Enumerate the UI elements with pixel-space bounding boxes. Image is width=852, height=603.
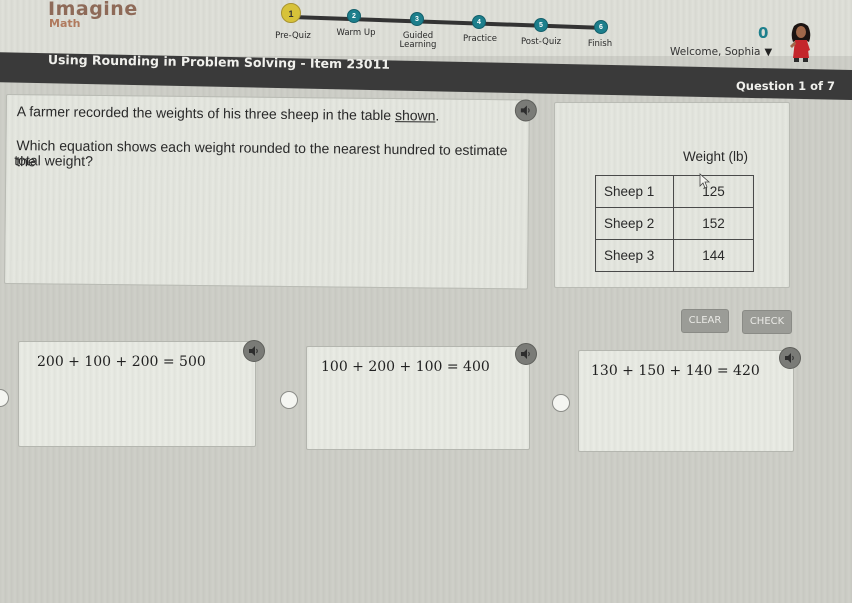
step-label-post-quiz: Post-Quiz: [520, 37, 562, 47]
check-button[interactable]: CHECK: [742, 310, 792, 334]
sheep-weight-cell: 144: [673, 239, 754, 272]
speaker-icon: [249, 346, 258, 356]
points-counter: 0: [758, 24, 769, 42]
question-intro-end: .: [435, 107, 440, 124]
question-panel: A farmer recorded the weights of his thr…: [4, 94, 537, 290]
step-1-pre-quiz[interactable]: 1: [281, 3, 301, 23]
step-label-guided-line2: Learning: [399, 40, 437, 50]
choice-b-read-aloud-button[interactable]: [515, 343, 537, 365]
table-row: Sheep 1 125: [595, 175, 754, 208]
question-counter: Question 1 of 7: [736, 79, 836, 93]
sheep-weights-table: Sheep 1 125 Sheep 2 152 Sheep 3 144: [595, 175, 754, 272]
step-4-practice[interactable]: 4: [472, 15, 486, 29]
data-table-panel: Weight (lb) Sheep 1 125 Sheep 2 152 Shee…: [554, 102, 790, 288]
choice-a-radio[interactable]: [0, 389, 9, 407]
step-2-warm-up[interactable]: 2: [347, 9, 361, 23]
clear-button[interactable]: CLEAR: [681, 309, 729, 333]
sheep-name-cell: Sheep 3: [595, 239, 674, 272]
step-6-finish[interactable]: 6: [594, 20, 608, 34]
question-prompt-line2: total weight?: [14, 152, 93, 169]
sheep-weight-cell: 125: [673, 175, 754, 208]
step-label-guided-learning: Guided Learning: [400, 32, 437, 50]
sheep-weight-cell: 152: [673, 207, 754, 240]
question-intro: A farmer recorded the weights of his thr…: [17, 103, 440, 123]
app-logo-subtitle: Math: [49, 17, 81, 30]
table-row: Sheep 2 152: [595, 207, 754, 240]
choice-c-read-aloud-button[interactable]: [779, 347, 801, 369]
lesson-title-bar: Using Rounding in Problem Solving - Item…: [0, 52, 852, 101]
header: Imagine Math 1 2 3 4 5 6 Pre-Quiz Warm U…: [0, 0, 852, 62]
step-3-guided-learning[interactable]: 3: [410, 12, 424, 26]
choice-c-radio[interactable]: [552, 394, 570, 412]
mouse-cursor-icon: [699, 173, 711, 189]
speaker-icon: [520, 105, 530, 116]
choice-b-radio[interactable]: [280, 391, 298, 409]
answer-choice-b[interactable]: 100 + 200 + 100 = 400: [306, 343, 537, 450]
step-label-finish: Finish: [587, 39, 613, 49]
weight-column-header: Weight (lb): [683, 149, 749, 164]
step-label-warm-up: Warm Up: [336, 28, 376, 38]
step-5-post-quiz[interactable]: 5: [534, 18, 548, 32]
sheep-name-cell: Sheep 2: [595, 207, 674, 240]
read-aloud-button[interactable]: [514, 99, 537, 122]
sheep-name-cell: Sheep 1: [595, 175, 674, 208]
choice-a-read-aloud-button[interactable]: [243, 340, 265, 362]
step-label-pre-quiz: Pre-Quiz: [275, 31, 311, 41]
choice-a-equation: 200 + 100 + 200 = 500: [37, 354, 206, 370]
step-label-practice: Practice: [463, 34, 497, 44]
shown-link[interactable]: shown: [395, 107, 436, 123]
speaker-icon: [521, 349, 530, 359]
choice-b-equation: 100 + 200 + 100 = 400: [321, 359, 490, 375]
answer-choice-a[interactable]: 200 + 100 + 200 = 500: [18, 340, 265, 447]
table-row: Sheep 3 144: [595, 239, 754, 272]
choice-c-equation: 130 + 150 + 140 = 420: [591, 363, 760, 379]
answer-choice-c[interactable]: 130 + 150 + 140 = 420: [578, 347, 801, 452]
question-intro-text: A farmer recorded the weights of his thr…: [16, 103, 396, 124]
lesson-progress-track: [291, 9, 602, 30]
speaker-icon: [785, 353, 794, 363]
